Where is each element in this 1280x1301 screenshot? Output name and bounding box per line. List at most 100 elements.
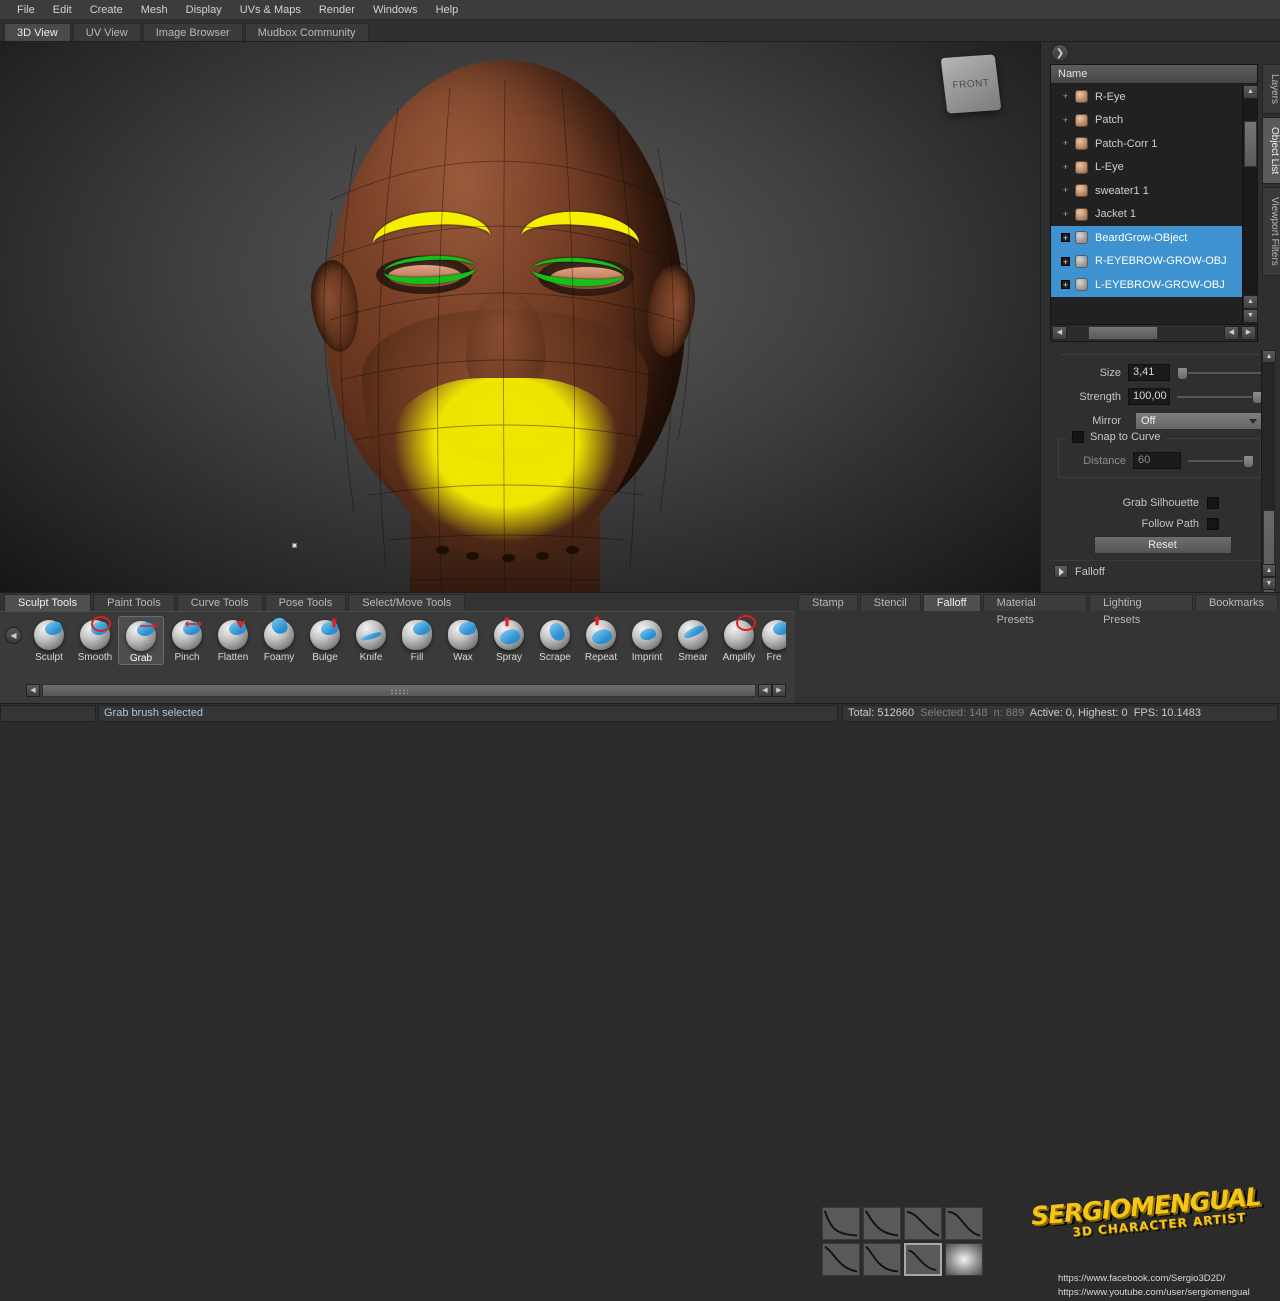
expand-icon[interactable]: +: [1061, 139, 1070, 148]
falloff-preset-2[interactable]: [863, 1207, 901, 1240]
falloff-section-header[interactable]: Falloff: [1050, 560, 1275, 582]
size-input[interactable]: 3,41: [1128, 364, 1170, 381]
scroll-left-icon[interactable]: ◀: [1052, 326, 1067, 340]
list-item[interactable]: + Patch-Corr 1: [1051, 132, 1257, 156]
chevron-right-icon[interactable]: ❯: [1051, 44, 1069, 62]
menu-item-edit[interactable]: Edit: [44, 2, 81, 18]
list-item[interactable]: + Patch: [1051, 109, 1257, 133]
tab-stamp[interactable]: Stamp: [798, 594, 858, 611]
expand-icon[interactable]: +: [1061, 280, 1070, 290]
tool-pinch[interactable]: ⟷ Pinch: [164, 616, 210, 665]
list-item[interactable]: + Jacket 1: [1051, 203, 1257, 227]
tab-mudbox-community[interactable]: Mudbox Community: [244, 23, 369, 41]
scroll-right-icon[interactable]: ▶: [772, 684, 786, 697]
scroll-up-icon-2[interactable]: ▲: [1243, 295, 1258, 309]
distance-input[interactable]: 60: [1133, 452, 1181, 469]
grab-silhouette-checkbox[interactable]: [1207, 496, 1219, 509]
tool-smooth[interactable]: Smooth: [72, 616, 118, 665]
expand-icon[interactable]: +: [1061, 92, 1070, 101]
scroll-up-icon[interactable]: ▲: [1243, 85, 1258, 99]
menu-item-windows[interactable]: Windows: [364, 2, 427, 18]
tab-sculpt-tools[interactable]: Sculpt Tools: [4, 594, 92, 611]
object-list-vertical-scrollbar[interactable]: ▲ ▲ ▼: [1242, 85, 1258, 323]
tool-scrape[interactable]: Scrape: [532, 616, 578, 665]
scroll-up-icon-2[interactable]: ▲: [1262, 564, 1276, 577]
mirror-dropdown[interactable]: Off: [1135, 411, 1263, 430]
tab-bookmarks[interactable]: Bookmarks: [1194, 594, 1278, 611]
scroll-right-icon[interactable]: ▶: [1241, 326, 1256, 340]
tab-uv-view[interactable]: UV View: [72, 23, 141, 41]
tool-fill[interactable]: Fill: [394, 616, 440, 665]
tool-strip-scrollbar[interactable]: ◀ ◀ ▶: [26, 683, 786, 698]
tab-falloff[interactable]: Falloff: [922, 594, 981, 611]
menu-item-help[interactable]: Help: [427, 2, 468, 18]
distance-slider[interactable]: [1188, 452, 1256, 469]
expand-icon[interactable]: +: [1061, 256, 1070, 266]
tool-amplify[interactable]: Amplify: [716, 615, 762, 665]
list-item-selected[interactable]: + R-EYEBROW-GROW-OBJ: [1051, 249, 1257, 273]
menu-item-display[interactable]: Display: [177, 2, 231, 18]
tab-layers[interactable]: Layers: [1262, 64, 1280, 115]
scroll-left-icon-2[interactable]: ◀: [1224, 326, 1239, 340]
tool-repeat[interactable]: ⬆ Repeat: [578, 614, 624, 665]
expand-icon[interactable]: +: [1061, 162, 1070, 172]
scrollbar-thumb[interactable]: [1244, 121, 1257, 167]
tab-paint-tools[interactable]: Paint Tools: [93, 594, 175, 611]
slider-handle[interactable]: [1177, 367, 1188, 380]
slider-handle[interactable]: [1243, 455, 1254, 468]
tool-freeze[interactable]: Fre: [762, 616, 786, 665]
list-item[interactable]: + L-Eye: [1051, 156, 1257, 180]
scroll-left-icon[interactable]: ◀: [26, 684, 40, 697]
menu-item-file[interactable]: File: [8, 2, 44, 18]
menu-item-mesh[interactable]: Mesh: [132, 2, 177, 18]
scroll-left-icon-2[interactable]: ◀: [758, 684, 772, 697]
expand-icon[interactable]: +: [1061, 115, 1070, 125]
falloff-preset-5[interactable]: [822, 1243, 860, 1276]
tab-image-browser[interactable]: Image Browser: [142, 23, 243, 41]
scroll-left-icon[interactable]: ◀: [5, 627, 22, 644]
tab-select-move-tools[interactable]: Select/Move Tools: [348, 594, 466, 611]
follow-path-checkbox[interactable]: [1207, 517, 1219, 530]
expand-icon[interactable]: +: [1061, 209, 1070, 219]
tool-grab[interactable]: ⟶ Grab: [118, 616, 164, 665]
tool-imprint[interactable]: Imprint: [624, 616, 670, 665]
object-list-column-header[interactable]: Name: [1051, 65, 1257, 84]
viewport-3d[interactable]: FRONT: [0, 42, 1040, 592]
expand-icon[interactable]: +: [1061, 233, 1070, 243]
tab-material-presets[interactable]: Material Presets: [982, 594, 1088, 626]
strength-input[interactable]: 100,00: [1128, 388, 1170, 405]
tool-wax[interactable]: Wax: [440, 616, 486, 665]
hscrollbar-thumb[interactable]: [1088, 326, 1158, 340]
falloff-preset-6[interactable]: [863, 1243, 901, 1276]
tool-flatten[interactable]: ⮟ Flatten: [210, 616, 256, 665]
reset-button[interactable]: Reset: [1093, 536, 1232, 554]
tab-object-list[interactable]: Object List: [1262, 117, 1280, 185]
list-item[interactable]: + sweater1 1: [1051, 179, 1257, 203]
list-item-selected[interactable]: + BeardGrow-OBject: [1051, 226, 1257, 250]
falloff-preset-7[interactable]: [904, 1243, 942, 1276]
tool-knife[interactable]: Knife: [348, 616, 394, 665]
tab-pose-tools[interactable]: Pose Tools: [264, 594, 347, 611]
properties-scrollbar[interactable]: ▲ ▲ ▼: [1261, 350, 1276, 630]
menu-item-create[interactable]: Create: [81, 2, 132, 18]
tool-smear[interactable]: Smear: [670, 616, 716, 665]
expand-icon[interactable]: +: [1061, 186, 1070, 195]
scrollbar-thumb[interactable]: [42, 684, 756, 697]
falloff-preset-3[interactable]: [904, 1207, 942, 1240]
object-list-horizontal-scrollbar[interactable]: ◀ ◀ ▶: [1051, 324, 1257, 341]
falloff-preset-8[interactable]: [945, 1243, 983, 1276]
view-cube[interactable]: FRONT: [940, 54, 1002, 114]
scroll-up-icon[interactable]: ▲: [1262, 350, 1276, 363]
tab-curve-tools[interactable]: Curve Tools: [176, 594, 263, 611]
menu-item-render[interactable]: Render: [310, 2, 364, 18]
tool-spray[interactable]: ⬆ Spray: [486, 615, 532, 665]
tab-lighting-presets[interactable]: Lighting Presets: [1089, 594, 1193, 626]
falloff-preset-1[interactable]: [822, 1207, 860, 1240]
tool-foamy[interactable]: Foamy: [256, 616, 302, 665]
list-item-selected[interactable]: + L-EYEBROW-GROW-OBJ: [1051, 273, 1257, 297]
list-item[interactable]: + R-Eye: [1051, 85, 1257, 109]
tab-3d-view[interactable]: 3D View: [4, 23, 71, 41]
scroll-down-icon[interactable]: ▼: [1262, 577, 1276, 590]
scroll-down-icon[interactable]: ▼: [1243, 309, 1258, 323]
triangle-right-icon[interactable]: [1054, 565, 1068, 578]
